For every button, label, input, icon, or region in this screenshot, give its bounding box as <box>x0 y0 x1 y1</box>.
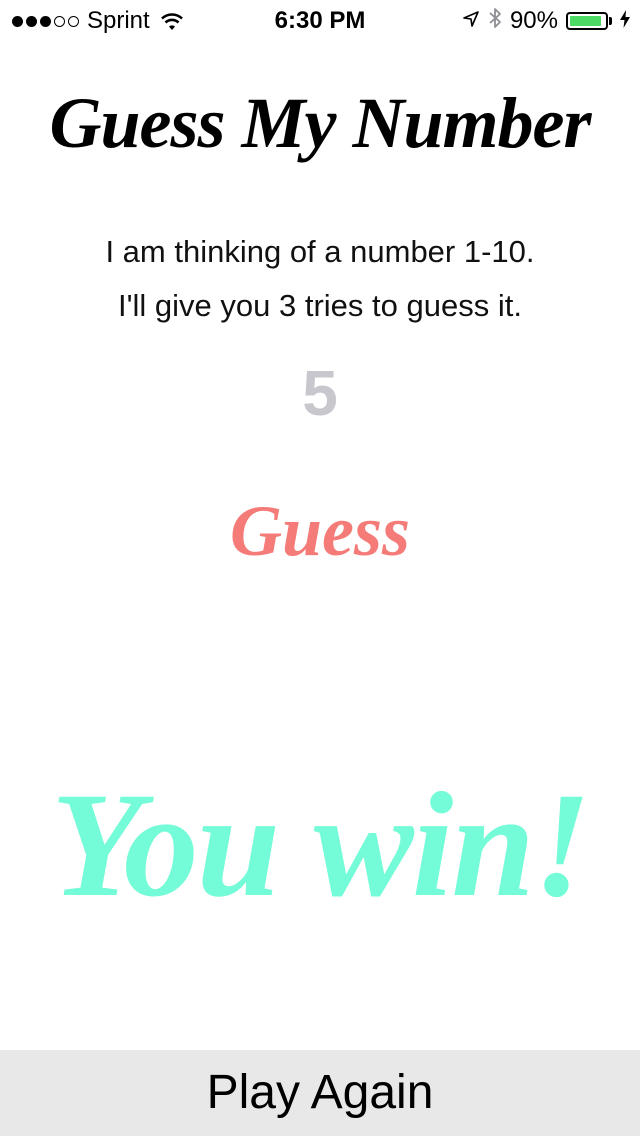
guess-input[interactable]: 5 <box>0 356 640 430</box>
play-again-button[interactable]: Play Again <box>0 1050 640 1136</box>
battery-nub <box>609 17 612 25</box>
battery-icon <box>566 12 612 30</box>
battery-fill <box>570 16 601 26</box>
intro-text-line-1: I am thinking of a number 1-10. <box>105 234 535 269</box>
status-bar-right: 90% <box>462 6 630 36</box>
battery-percent: 90% <box>509 7 558 34</box>
guess-button[interactable]: Guess <box>180 486 460 576</box>
result-message: You win! <box>50 762 591 928</box>
charging-bolt-icon <box>620 7 630 35</box>
page-title: Guess My Number <box>49 83 591 163</box>
status-bar: Sprint 6:30 PM 90% <box>0 0 640 40</box>
location-arrow-icon <box>462 7 480 35</box>
battery-body <box>566 12 608 30</box>
bluetooth-icon <box>488 6 502 37</box>
intro-text-line-2: I'll give you 3 tries to guess it. <box>118 288 522 323</box>
